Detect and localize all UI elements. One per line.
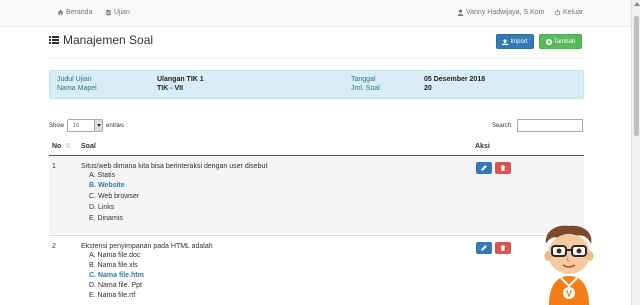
show-label: Show	[49, 123, 65, 129]
exam-info-box: Judul Ujian Ulangan TIK 1 Nama Mapel TIK…	[49, 70, 584, 99]
search-input[interactable]	[517, 119, 583, 132]
scroll-thumb[interactable]	[634, 16, 639, 136]
table-row: 1 Situs/web dimana kita bisa berinteraks…	[49, 156, 584, 234]
import-button-label: Import	[510, 38, 528, 45]
pencil-icon	[481, 245, 487, 251]
nav-ujian-label: Ujian	[114, 9, 130, 16]
header-divider	[49, 58, 584, 59]
judul-ujian-value: Ulangan TIK 1	[157, 76, 204, 83]
scroll-up-arrow[interactable]	[634, 2, 640, 6]
nama-mapel-value: TIK - VII	[157, 85, 184, 92]
user-icon	[457, 9, 464, 16]
nav-beranda-link[interactable]: Beranda	[57, 9, 92, 16]
option-c-correct: C. Nama file.htm	[89, 272, 144, 279]
home-icon	[57, 9, 64, 16]
edit-button[interactable]	[476, 242, 492, 254]
mascot-avatar-image: V	[544, 225, 594, 305]
nav-user-link[interactable]: Vanny Hadwijaya, S.Kom	[457, 9, 544, 16]
tambah-button[interactable]: Tambah	[539, 34, 582, 49]
jml-soal-label: Jml. Soal	[351, 85, 380, 92]
nav-beranda-label: Beranda	[66, 9, 93, 16]
upload-icon	[502, 38, 509, 45]
option-a: A. Nama file.doc	[89, 252, 141, 259]
vertical-scrollbar[interactable]	[631, 0, 640, 305]
list-icon	[49, 36, 59, 44]
power-icon	[554, 9, 561, 16]
plus-circle-icon	[545, 38, 552, 45]
option-d: D. Links	[89, 204, 115, 211]
top-navbar: Beranda Ujian Vanny Hadwijaya, S.Kom Kel…	[0, 0, 631, 27]
nav-keluar-label: Keluar	[563, 9, 584, 16]
column-header-aksi: Aksi	[475, 143, 490, 150]
option-d: D. Nama file. Ppt	[89, 282, 142, 289]
delete-button[interactable]	[495, 242, 511, 254]
entries-select[interactable]: 10	[67, 119, 103, 132]
nav-user-label: Vanny Hadwijaya, S.Kom	[466, 9, 545, 16]
option-b: B. Nama file.xls	[89, 262, 138, 269]
document-icon	[106, 9, 111, 16]
mascot-badge-letter: V	[566, 289, 572, 299]
option-e: E. Dinamis	[89, 215, 123, 222]
entries-select-value: 10	[73, 123, 80, 129]
option-c: C. Web browser	[89, 193, 140, 200]
trash-icon	[500, 245, 506, 251]
row-number: 2	[52, 243, 56, 250]
pencil-icon	[481, 165, 487, 171]
judul-ujian-label: Judul Ujian	[57, 76, 92, 83]
nav-ujian-link[interactable]: Ujian	[105, 9, 130, 16]
delete-button[interactable]	[495, 162, 511, 174]
page-title: Manajemen Soal	[49, 33, 153, 47]
nama-mapel-label: Nama Mapel	[57, 85, 97, 92]
question-text: Situs/web dimana kita bisa berinteraksi …	[81, 163, 268, 170]
nav-keluar-link[interactable]: Keluar	[554, 9, 583, 16]
import-button[interactable]: Import	[496, 34, 534, 49]
sort-icon[interactable]: ⇅	[65, 142, 71, 150]
table-row: 2 Ekstensi penyimpanan pada HTML adalah …	[49, 235, 584, 305]
column-header-soal[interactable]: Soal	[81, 143, 96, 150]
jml-soal-value: 20	[424, 85, 432, 92]
entries-label: entries	[106, 123, 125, 129]
tanggal-label: Tanggal	[351, 76, 376, 83]
option-e: E. Nama file.rtf	[89, 292, 136, 299]
page-title-text: Manajemen Soal	[63, 33, 154, 47]
tambah-button-label: Tambah	[553, 38, 576, 45]
edit-button[interactable]	[476, 162, 492, 174]
option-b-correct: B. Website	[89, 182, 125, 189]
option-a: A. Statis	[89, 172, 116, 179]
chevron-down-icon[interactable]	[94, 120, 102, 131]
tanggal-value: 05 Desember 2018	[424, 76, 486, 83]
column-header-no[interactable]: No	[52, 143, 61, 150]
search-label: Search:	[492, 123, 513, 129]
row-number: 1	[52, 163, 56, 170]
question-text: Ekstensi penyimpanan pada HTML adalah	[81, 243, 213, 250]
trash-icon	[500, 165, 506, 171]
